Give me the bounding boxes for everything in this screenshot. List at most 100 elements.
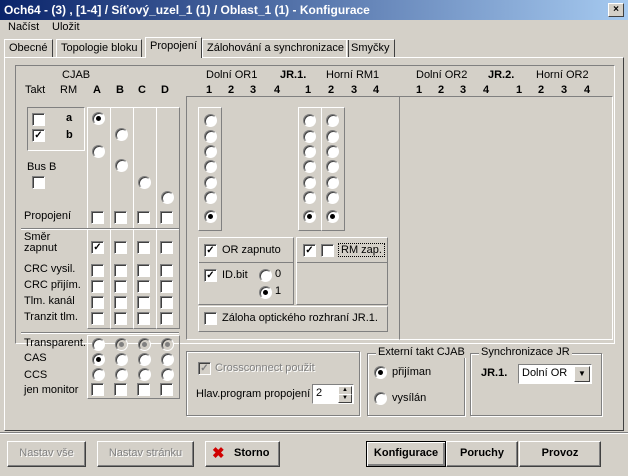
jr1-dolni-radio-4[interactable] [204, 160, 217, 173]
tranzit-a-checkbox[interactable] [91, 312, 104, 325]
ccs-c-radio[interactable] [138, 368, 151, 381]
menu-nacist[interactable]: Načíst [8, 21, 39, 33]
smer-a-checkbox[interactable]: ✓ [91, 241, 104, 254]
takt-b-checkbox[interactable]: ✓ [32, 129, 45, 142]
monitor-d-checkbox[interactable] [160, 383, 173, 396]
jr1-dolni-radio-7[interactable] [204, 210, 217, 223]
ccs-b-radio[interactable] [115, 368, 128, 381]
cas-d-radio[interactable] [161, 353, 174, 366]
ccs-a-radio[interactable] [92, 368, 105, 381]
bus-b-checkbox[interactable] [32, 176, 45, 189]
smer-b-checkbox[interactable] [114, 241, 127, 254]
cas-b-radio[interactable] [115, 353, 128, 366]
crossconnect-checkbox[interactable]: ✓ [198, 362, 211, 375]
crc-prijim-d-checkbox[interactable] [160, 280, 173, 293]
rm-a-radio[interactable] [92, 112, 105, 125]
tab-smycky[interactable]: Smyčky [346, 39, 395, 57]
tlm-kanal-a-checkbox[interactable] [91, 296, 104, 309]
tlm-kanal-d-checkbox[interactable] [160, 296, 173, 309]
jr1-horni2-radio-6[interactable] [326, 191, 339, 204]
cas-c-radio[interactable] [138, 353, 151, 366]
spin-down-button[interactable]: ▼ [338, 394, 352, 403]
jr1-horni2-radio-7[interactable] [326, 210, 339, 223]
poruchy-button[interactable]: Poruchy [446, 441, 518, 467]
jr1-horni1-radio-1[interactable] [303, 114, 316, 127]
jr1-horni1-radio-4[interactable] [303, 160, 316, 173]
tranzit-d-checkbox[interactable] [160, 312, 173, 325]
propojeni-d-checkbox[interactable] [160, 211, 173, 224]
provoz-button[interactable]: Provoz [519, 441, 601, 467]
monitor-b-checkbox[interactable] [114, 383, 127, 396]
tranzit-c-checkbox[interactable] [137, 312, 150, 325]
zaloha-checkbox[interactable] [204, 312, 217, 325]
id-bit-0-radio[interactable] [259, 269, 272, 282]
rm-b-radio-2[interactable] [115, 159, 128, 172]
chevron-down-icon[interactable]: ▼ [574, 366, 590, 382]
crc-vysil-a-checkbox[interactable] [91, 264, 104, 277]
monitor-a-checkbox[interactable] [91, 383, 104, 396]
jr1-horni1-radio-3[interactable] [303, 145, 316, 158]
rm-zap-checkbox-2[interactable] [321, 244, 334, 257]
jr1-horni1-radio-6[interactable] [303, 191, 316, 204]
propojeni-a-checkbox[interactable] [91, 211, 104, 224]
jr1-horni2-radio-1[interactable] [326, 114, 339, 127]
jr1-dolni-radio-2[interactable] [204, 130, 217, 143]
monitor-c-checkbox[interactable] [137, 383, 150, 396]
nastav-vse-button[interactable]: Nastav vše [7, 441, 86, 467]
vysilan-radio[interactable] [374, 392, 387, 405]
jr1-dolni-radio-1[interactable] [204, 114, 217, 127]
jr1-horni2-radio-3[interactable] [326, 145, 339, 158]
or-zapnuto-checkbox[interactable]: ✓ [204, 244, 217, 257]
crc-vysil-d-checkbox[interactable] [160, 264, 173, 277]
crc-vysil-b-checkbox[interactable] [114, 264, 127, 277]
tab-propojeni[interactable]: Propojení [145, 37, 203, 58]
crc-vysil-c-checkbox[interactable] [137, 264, 150, 277]
tab-zalohovani[interactable]: Zálohování a synchronizace [202, 39, 349, 57]
sync-select[interactable]: Dolní OR ▼ [518, 364, 592, 384]
ccs-d-radio[interactable] [161, 368, 174, 381]
sync-title: Synchronizace JR [479, 346, 572, 358]
rm-c-radio[interactable] [138, 176, 151, 189]
jr1-horni-num-1: 1 [305, 84, 312, 96]
transparent-d-radio[interactable] [161, 338, 174, 351]
tlm-kanal-c-checkbox[interactable] [137, 296, 150, 309]
jr1-dolni-radio-6[interactable] [204, 191, 217, 204]
smer-c-checkbox[interactable] [137, 241, 150, 254]
propojeni-c-checkbox[interactable] [137, 211, 150, 224]
nastav-stranku-button[interactable]: Nastav stránku [97, 441, 194, 467]
jr1-horni2-radio-2[interactable] [326, 130, 339, 143]
menu-ulozit[interactable]: Uložit [52, 21, 80, 33]
jr1-horni1-radio-7[interactable] [303, 210, 316, 223]
tlm-kanal-b-checkbox[interactable] [114, 296, 127, 309]
rm-d-radio[interactable] [161, 191, 174, 204]
tab-obecne[interactable]: Obecné [4, 39, 53, 57]
transparent-a-radio[interactable] [92, 338, 105, 351]
tab-topologie[interactable]: Topologie bloku [56, 39, 143, 57]
close-button[interactable]: × [608, 3, 624, 17]
propojeni-b-checkbox[interactable] [114, 211, 127, 224]
crc-prijim-a-checkbox[interactable] [91, 280, 104, 293]
jr1-dolni-radio-3[interactable] [204, 145, 217, 158]
prijiman-radio[interactable] [374, 366, 387, 379]
jr1-horni1-radio-5[interactable] [303, 176, 316, 189]
jr1-horni2-radio-4[interactable] [326, 160, 339, 173]
konfigurace-button[interactable]: Konfigurace [366, 441, 446, 467]
transparent-c-radio[interactable] [138, 338, 151, 351]
crc-prijim-c-checkbox[interactable] [137, 280, 150, 293]
jr1-dolni-radio-5[interactable] [204, 176, 217, 189]
id-bit-checkbox[interactable]: ✓ [204, 269, 217, 282]
rm-zap-checkbox-1[interactable]: ✓ [303, 244, 316, 257]
jr1-horni1-radio-2[interactable] [303, 130, 316, 143]
crc-prijim-b-checkbox[interactable] [114, 280, 127, 293]
jr1-horni2-radio-5[interactable] [326, 176, 339, 189]
smer-d-checkbox[interactable] [160, 241, 173, 254]
rm-a-radio-2[interactable] [92, 145, 105, 158]
rm-b-radio[interactable] [115, 128, 128, 141]
transparent-b-radio[interactable] [115, 338, 128, 351]
storno-button[interactable]: ✖ Storno [205, 441, 280, 467]
program-spinner[interactable]: 2 ▲ ▼ [312, 384, 354, 404]
id-bit-1-radio[interactable] [259, 286, 272, 299]
takt-a-checkbox[interactable] [32, 113, 45, 126]
tranzit-b-checkbox[interactable] [114, 312, 127, 325]
cas-a-radio[interactable] [92, 353, 105, 366]
